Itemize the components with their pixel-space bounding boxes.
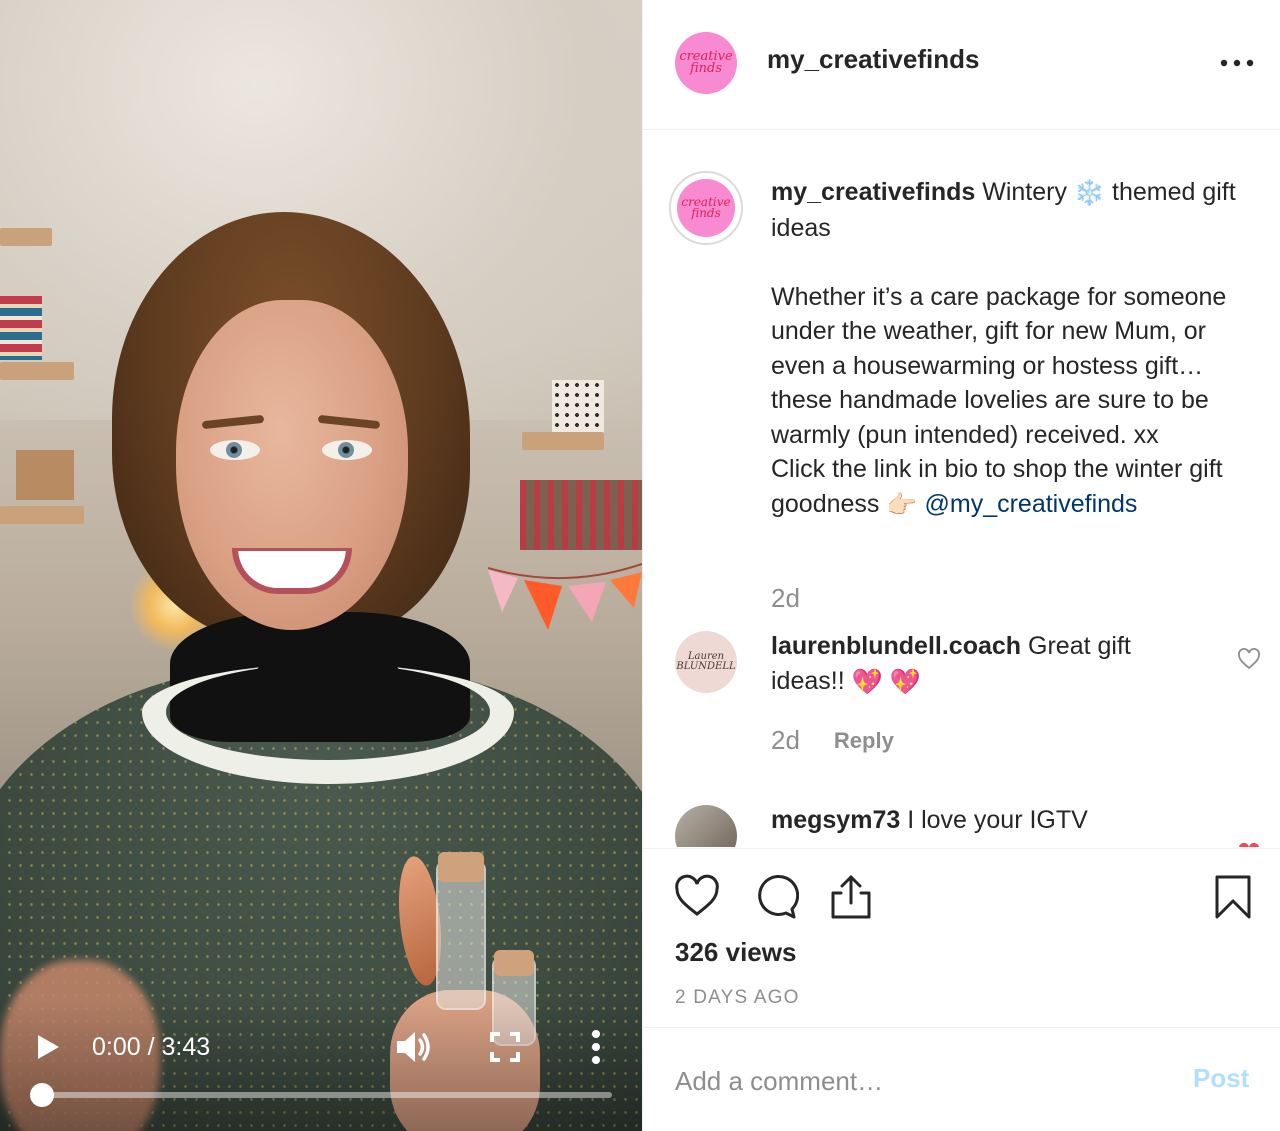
video-progress-track[interactable] bbox=[42, 1092, 612, 1098]
post-actions: 326 views 2 DAYS AGO bbox=[643, 848, 1280, 1028]
post-caption: my_creativefinds Wintery ❄️ themed gift … bbox=[771, 175, 1251, 522]
comment-item: megsym73 I love your IGTV bbox=[643, 803, 1280, 847]
video-controls-overlay bbox=[0, 1000, 642, 1131]
play-button[interactable] bbox=[30, 1030, 64, 1064]
video-scrubber-handle[interactable] bbox=[30, 1083, 54, 1107]
heart-icon[interactable] bbox=[1237, 841, 1261, 847]
more-horizontal-icon[interactable] bbox=[1219, 52, 1255, 74]
volume-button[interactable] bbox=[392, 1026, 434, 1068]
comments-list[interactable]: creative finds my_creativefinds Wintery ❄… bbox=[643, 131, 1280, 847]
commenter-avatar[interactable]: Lauren BLUNDELL bbox=[675, 631, 737, 693]
caption-paragraph: Whether it’s a care package for someone … bbox=[771, 282, 1234, 449]
avatar-logo-text: creative finds bbox=[679, 49, 733, 76]
reply-button[interactable]: Reply bbox=[834, 728, 894, 754]
more-vertical-icon bbox=[592, 1030, 600, 1064]
fullscreen-icon bbox=[490, 1032, 520, 1062]
comment-input[interactable] bbox=[675, 1061, 1155, 1101]
bookmark-icon[interactable] bbox=[1209, 873, 1257, 921]
eye bbox=[210, 440, 260, 460]
comment-meta: 2d Reply bbox=[771, 725, 894, 756]
post-panel: creative finds my_creativefinds creative f… bbox=[642, 0, 1280, 1131]
comment-text: laurenblundell.coach Great gift ideas!! … bbox=[771, 629, 1211, 699]
sparkling-heart-emoji: 💖 💖 bbox=[851, 667, 921, 696]
cork bbox=[494, 950, 534, 976]
post-timestamp: 2 DAYS AGO bbox=[675, 987, 800, 1008]
caption-mention-link[interactable]: @my_creativefinds bbox=[924, 490, 1137, 518]
view-count[interactable]: 326 views bbox=[675, 937, 796, 968]
avatar-logo-text: creative finds bbox=[681, 195, 731, 220]
comment-username[interactable]: megsym73 bbox=[771, 806, 900, 834]
avatar-logo-text: Lauren BLUNDELL bbox=[676, 651, 736, 672]
caption-avatar: creative finds bbox=[677, 179, 735, 237]
caption-age: 2d bbox=[771, 583, 800, 613]
caption-cta: Click the link in bio to shop the winter… bbox=[771, 452, 1251, 522]
pointing-emoji: 👉🏻 bbox=[886, 490, 918, 519]
share-icon[interactable] bbox=[827, 873, 875, 921]
header-username[interactable]: my_creativefinds bbox=[767, 44, 979, 75]
caption-username[interactable]: my_creativefinds bbox=[771, 178, 975, 206]
comment-icon[interactable] bbox=[751, 873, 799, 921]
post-comment-button[interactable]: Post bbox=[1193, 1063, 1249, 1094]
comment-body: I love your IGTV bbox=[907, 806, 1088, 834]
video-time: 0:00 / 3:43 bbox=[92, 1033, 211, 1061]
cork bbox=[438, 852, 484, 882]
commenter-avatar[interactable] bbox=[675, 805, 737, 847]
play-icon bbox=[38, 1035, 59, 1059]
profile-avatar[interactable]: creative finds bbox=[675, 32, 737, 94]
eye bbox=[322, 440, 372, 460]
video-options-button[interactable] bbox=[582, 1026, 610, 1068]
caption-avatar-ring[interactable]: creative finds bbox=[669, 171, 743, 245]
glass-vial bbox=[436, 860, 486, 1010]
comment-text: megsym73 I love your IGTV bbox=[771, 803, 1211, 838]
video-player[interactable]: 0:00 / 3:43 bbox=[0, 0, 642, 1131]
comment-composer: Post bbox=[643, 1029, 1280, 1131]
fullscreen-button[interactable] bbox=[486, 1028, 524, 1066]
comment-username[interactable]: laurenblundell.coach bbox=[771, 632, 1021, 660]
volume-icon bbox=[397, 1032, 430, 1062]
heart-icon[interactable] bbox=[673, 873, 721, 921]
heart-icon[interactable] bbox=[1237, 647, 1261, 671]
comment-age: 2d bbox=[771, 725, 800, 755]
comment-item: Lauren BLUNDELL laurenblundell.coach Gre… bbox=[643, 629, 1280, 769]
post-header: creative finds my_creativefinds bbox=[643, 0, 1280, 130]
snowflake-emoji: ❄️ bbox=[1073, 179, 1106, 208]
caption-title: Wintery bbox=[982, 178, 1067, 206]
presenter bbox=[0, 0, 642, 1131]
